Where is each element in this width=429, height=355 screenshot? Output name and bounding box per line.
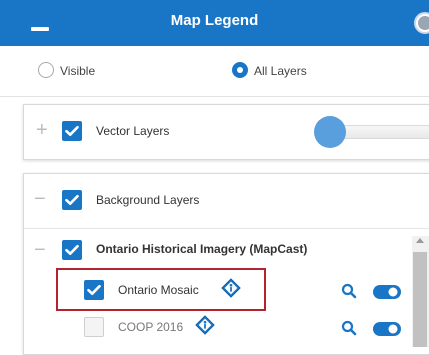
scroll-up-icon[interactable] — [415, 236, 425, 246]
info-icon[interactable] — [195, 315, 215, 335]
group-panel-vector-layers: + Vector Layers — [23, 104, 429, 160]
layer-label-ontario-mosaic: Ontario Mosaic — [118, 283, 199, 297]
info-icon[interactable] — [221, 278, 241, 298]
group-label-background-layers: Background Layers — [96, 193, 200, 207]
panel-title: Map Legend — [170, 12, 259, 29]
toggle-icon[interactable] — [373, 285, 401, 299]
expand-plus-icon[interactable]: + — [36, 119, 48, 142]
group-label-vector-layers: Vector Layers — [96, 124, 170, 138]
ontario-historical-imagery-checkbox[interactable] — [62, 240, 82, 260]
legend-header: Map Legend — [0, 0, 429, 46]
toggle-icon[interactable] — [373, 322, 401, 336]
radio-visible[interactable] — [38, 62, 54, 78]
collapse-minus-icon[interactable]: − — [34, 239, 46, 262]
coop-2016-checkbox[interactable] — [84, 317, 104, 337]
radio-all-layers-label: All Layers — [254, 64, 307, 78]
scrollbar-thumb[interactable] — [413, 252, 427, 347]
collapse-minus-icon[interactable]: − — [34, 188, 46, 211]
search-icon[interactable] — [341, 283, 357, 299]
check-icon — [65, 244, 79, 255]
background-layers-checkbox[interactable] — [62, 190, 82, 210]
layer-label-coop-2016: COOP 2016 — [118, 320, 184, 334]
opacity-slider-handle[interactable] — [314, 116, 346, 148]
layer-visibility-filter: Visible All Layers — [0, 46, 429, 97]
radio-visible-label: Visible — [60, 64, 96, 78]
opacity-slider[interactable] — [334, 125, 429, 139]
ontario-mosaic-checkbox[interactable] — [84, 280, 104, 300]
layer-group-label: Ontario Historical Imagery (MapCast) — [96, 242, 308, 256]
search-icon[interactable] — [341, 320, 357, 336]
check-icon — [65, 194, 79, 205]
divider — [24, 228, 429, 229]
vector-layers-checkbox[interactable] — [62, 121, 82, 141]
close-icon[interactable] — [414, 12, 429, 34]
check-icon — [87, 284, 101, 295]
radio-all-layers[interactable] — [232, 62, 248, 78]
check-icon — [65, 125, 79, 136]
